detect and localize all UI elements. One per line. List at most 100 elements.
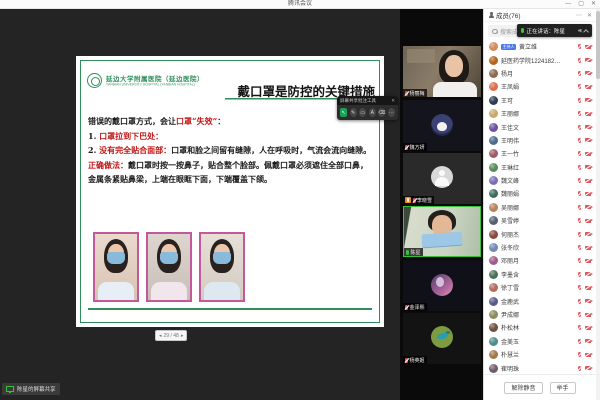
- prev-slide-icon[interactable]: ◂: [159, 333, 162, 339]
- camera-off-icon[interactable]: [585, 85, 591, 89]
- mic-muted-icon[interactable]: [578, 366, 581, 371]
- mic-muted-icon[interactable]: [578, 58, 581, 63]
- member-row[interactable]: 王可: [484, 94, 596, 107]
- camera-off-icon[interactable]: [585, 286, 591, 290]
- camera-off-icon[interactable]: [585, 259, 591, 263]
- mic-muted-icon[interactable]: [578, 218, 581, 223]
- mic-muted-icon[interactable]: [578, 165, 581, 170]
- video-tile[interactable]: 杨英姬: [403, 313, 481, 364]
- eraser-icon[interactable]: ⌫: [378, 108, 385, 117]
- mic-muted-icon[interactable]: [578, 138, 581, 143]
- maximize-icon[interactable]: ▢: [578, 0, 584, 8]
- camera-off-icon[interactable]: [585, 219, 591, 223]
- member-row[interactable]: 尹成娜: [484, 308, 596, 321]
- member-row[interactable]: 金美玉: [484, 335, 596, 348]
- minimize-icon[interactable]: —: [565, 0, 571, 8]
- speaking-indicator[interactable]: 正在讲话：陈星: [517, 24, 592, 37]
- mic-muted-icon[interactable]: [578, 325, 581, 330]
- video-tile[interactable]: 陈星: [403, 206, 481, 257]
- mic-muted-icon[interactable]: [578, 272, 581, 277]
- mic-muted-icon[interactable]: [578, 151, 581, 156]
- member-row[interactable]: 延医药学院1224182047: [484, 53, 596, 66]
- member-row[interactable]: 邓丽月: [484, 254, 596, 267]
- member-row[interactable]: 吴丽娜: [484, 201, 596, 214]
- camera-off-icon[interactable]: [585, 112, 591, 116]
- video-tile[interactable]: 杨丽梅: [403, 46, 481, 97]
- shape-icon[interactable]: ▭: [359, 108, 366, 117]
- mic-muted-icon[interactable]: [578, 125, 581, 130]
- mic-muted-icon[interactable]: [578, 352, 581, 357]
- member-row[interactable]: 张冬欣: [484, 241, 596, 254]
- mic-muted-icon[interactable]: [578, 205, 581, 210]
- camera-off-icon[interactable]: [585, 71, 591, 75]
- more-icon[interactable]: ⋯: [388, 108, 395, 117]
- member-row[interactable]: 朴慧兰: [484, 348, 596, 361]
- mic-muted-icon[interactable]: [578, 44, 581, 49]
- scrollbar-thumb[interactable]: [596, 11, 600, 79]
- slideshow-nav-toolbar[interactable]: ◂ 29 / 48 ▸: [155, 330, 187, 341]
- camera-off-icon[interactable]: [585, 125, 591, 129]
- pen-icon[interactable]: ✎: [350, 108, 357, 117]
- mic-muted-icon[interactable]: [578, 178, 581, 183]
- camera-off-icon[interactable]: [585, 246, 591, 250]
- mic-muted-icon[interactable]: [578, 232, 581, 237]
- next-slide-icon[interactable]: ▸: [181, 333, 184, 339]
- camera-off-icon[interactable]: [585, 192, 591, 196]
- camera-off-icon[interactable]: [585, 366, 591, 370]
- member-row[interactable]: 徐丁雪: [484, 281, 596, 294]
- mic-muted-icon[interactable]: [578, 84, 581, 89]
- camera-off-icon[interactable]: [585, 299, 591, 303]
- camera-off-icon[interactable]: [585, 45, 591, 49]
- camera-off-icon[interactable]: [585, 98, 591, 102]
- member-row[interactable]: 崔明珠: [484, 361, 596, 374]
- camera-off-icon[interactable]: [585, 326, 591, 330]
- video-tile[interactable]: 魏方妍: [403, 100, 481, 151]
- panel-more-icon[interactable]: ⋯: [576, 12, 582, 19]
- camera-off-icon[interactable]: [585, 58, 591, 62]
- member-row[interactable]: 朴松林: [484, 321, 596, 334]
- mic-muted-icon[interactable]: [578, 71, 581, 76]
- member-row[interactable]: 王丽娜: [484, 107, 596, 120]
- camera-off-icon[interactable]: [585, 232, 591, 236]
- raise-hand-button[interactable]: 举手: [550, 382, 576, 394]
- video-tile[interactable]: 金泽熙: [403, 260, 481, 311]
- member-row[interactable]: 何丽杰: [484, 227, 596, 240]
- member-row[interactable]: 主持人黄立维: [484, 40, 596, 53]
- camera-off-icon[interactable]: [585, 272, 591, 276]
- member-row[interactable]: 魏文峰: [484, 174, 596, 187]
- camera-off-icon[interactable]: [585, 179, 591, 183]
- panel-close-icon[interactable]: ✕: [587, 12, 592, 19]
- text-icon[interactable]: A: [369, 108, 376, 117]
- member-row[interactable]: 魏丽娟: [484, 187, 596, 200]
- mic-muted-icon[interactable]: [578, 245, 581, 250]
- member-row[interactable]: 王明伟: [484, 134, 596, 147]
- member-row[interactable]: 王佳文: [484, 120, 596, 133]
- member-row[interactable]: 吴雪婷: [484, 214, 596, 227]
- cursor-icon[interactable]: ↖: [340, 108, 347, 117]
- camera-off-icon[interactable]: [585, 152, 591, 156]
- mic-muted-icon[interactable]: [578, 191, 581, 196]
- mic-muted-icon[interactable]: [578, 111, 581, 116]
- mic-muted-icon[interactable]: [578, 98, 581, 103]
- member-row[interactable]: 王一竹: [484, 147, 596, 160]
- mic-muted-icon[interactable]: [578, 339, 581, 344]
- member-row[interactable]: 杨月: [484, 67, 596, 80]
- camera-off-icon[interactable]: [585, 313, 591, 317]
- camera-off-icon[interactable]: [585, 165, 591, 169]
- member-row[interactable]: 王琳红: [484, 161, 596, 174]
- panel-scrollbar[interactable]: [596, 9, 600, 400]
- member-row[interactable]: 王凤娟: [484, 80, 596, 93]
- mic-muted-icon[interactable]: [578, 299, 581, 304]
- member-row[interactable]: 金鹿武: [484, 294, 596, 307]
- chevron-up-icon[interactable]: [583, 29, 589, 35]
- camera-off-icon[interactable]: [585, 339, 591, 343]
- mic-muted-icon[interactable]: [578, 258, 581, 263]
- camera-off-icon[interactable]: [585, 138, 591, 142]
- member-row[interactable]: 李墨含: [484, 268, 596, 281]
- annotation-close-icon[interactable]: ✕: [391, 98, 395, 104]
- unmute-button[interactable]: 解除静音: [504, 382, 542, 394]
- mic-muted-icon[interactable]: [578, 285, 581, 290]
- close-icon[interactable]: ✕: [591, 0, 596, 8]
- video-tile[interactable]: 李晓雪: [403, 153, 481, 204]
- mic-muted-icon[interactable]: [578, 312, 581, 317]
